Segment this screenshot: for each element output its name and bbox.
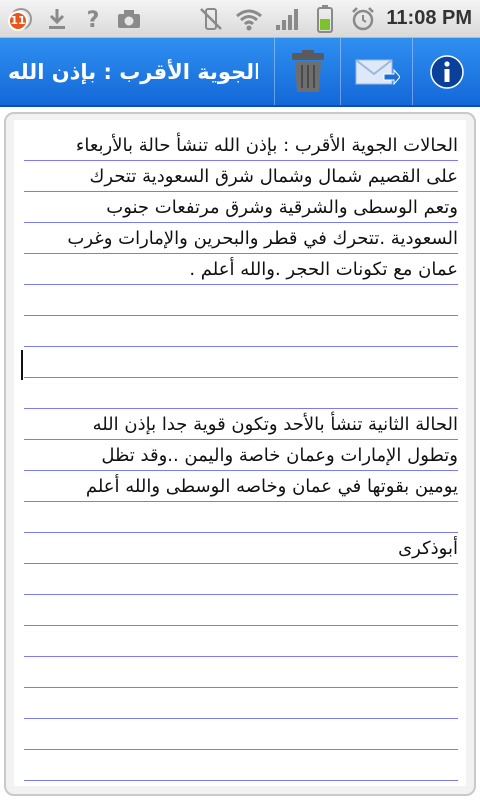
- send-button[interactable]: [340, 38, 413, 105]
- vibrate-off-icon: [196, 5, 226, 33]
- text-cursor: [21, 350, 23, 380]
- ruled-line: [24, 532, 458, 533]
- ruled-line: [24, 377, 458, 378]
- note-line: وتعم الوسطى والشرقية وشرق مرتفعات جنوب: [106, 197, 458, 218]
- ruled-line: [24, 315, 458, 316]
- notification-count: 11: [8, 10, 28, 31]
- ruled-line: [24, 780, 458, 781]
- note-line: الحالة الثانية تنشأ بالأحد وتكون قوية جد…: [92, 414, 458, 435]
- note-line: السعودية .تتحرك في قطر والبحرين والإمارا…: [67, 228, 458, 249]
- signal-icon: [272, 5, 302, 33]
- ruled-line: [24, 222, 458, 223]
- note-line: وتطول الإمارات وعمان خاصة واليمن ..وقد ت…: [101, 445, 458, 466]
- ruled-line: [24, 470, 458, 471]
- note-line: الحالات الجوية الأقرب : بإذن الله تنشأ ح…: [75, 135, 458, 156]
- wifi-icon: [234, 5, 264, 33]
- notification-badge-icon[interactable]: 11: [6, 5, 36, 33]
- ruled-line: [24, 439, 458, 440]
- note-line: [24, 380, 458, 411]
- ruled-line: [24, 656, 458, 657]
- help-icon: ?: [78, 5, 108, 33]
- ruled-line: [24, 594, 458, 595]
- ruled-line: [24, 749, 458, 750]
- note-frame: الحالات الجوية الأقرب : بإذن الله تنشأ ح…: [4, 112, 476, 796]
- ruled-line: [24, 563, 458, 564]
- ruled-line: [24, 253, 458, 254]
- download-icon: [42, 5, 72, 33]
- trash-icon: [292, 49, 324, 92]
- info-button[interactable]: [412, 38, 480, 105]
- ruled-line: [24, 346, 458, 347]
- ruled-line: [24, 191, 458, 192]
- note-line: يومين بقوتها في عمان وخاصه الوسطى والله …: [85, 476, 458, 497]
- status-clock: 11:08 PM: [386, 7, 472, 29]
- note-line: [24, 504, 458, 535]
- ruled-line: [24, 160, 458, 161]
- envelope-send-icon: [355, 58, 400, 85]
- info-icon: [430, 54, 464, 89]
- ruled-line: [24, 625, 458, 626]
- note-line: [24, 318, 458, 349]
- action-bar: الحالات الجوية الأقرب : بإذن الله: [0, 38, 480, 107]
- note-line: [24, 349, 458, 380]
- note-line: [24, 287, 458, 318]
- ruled-line: [24, 408, 458, 409]
- ruled-line: [24, 718, 458, 719]
- note-line: على القصيم شمال وشمال شرق السعودية تتحرك: [89, 166, 458, 187]
- status-bar: 11 ? 11:08 PM: [0, 0, 480, 38]
- note-title: الحالات الجوية الأقرب : بإذن الله: [8, 59, 258, 84]
- svg-text:?: ?: [87, 8, 100, 31]
- delete-button[interactable]: [274, 38, 341, 105]
- note-line: عمان مع تكونات الحجر .والله أعلم .: [189, 259, 458, 280]
- alarm-icon: [348, 5, 378, 33]
- battery-icon: [310, 4, 340, 33]
- ruled-line: [24, 501, 458, 502]
- camera-icon: [114, 5, 144, 33]
- ruled-line: [24, 284, 458, 285]
- note-editor[interactable]: الحالات الجوية الأقرب : بإذن الله تنشأ ح…: [14, 120, 466, 786]
- note-line: أبوذكرى: [398, 538, 458, 559]
- ruled-line: [24, 687, 458, 688]
